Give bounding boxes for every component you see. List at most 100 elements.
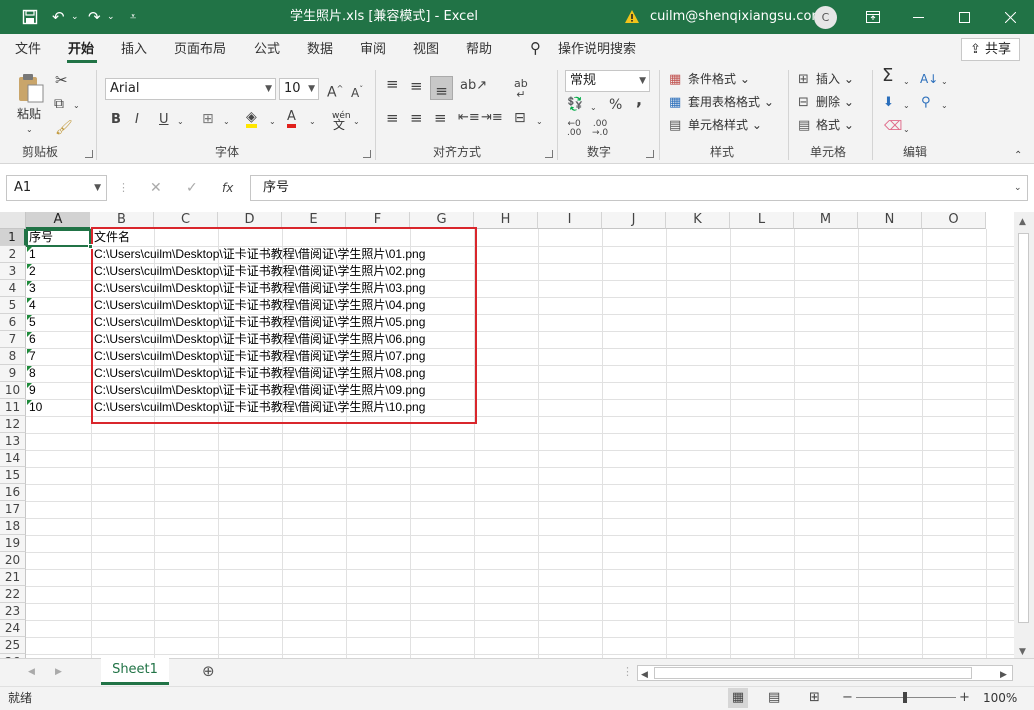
align-right-icon[interactable]: ≡	[434, 110, 447, 126]
delete-cells-icon[interactable]: ⊟	[798, 95, 809, 111]
zoom-level[interactable]: 100%	[983, 690, 1017, 706]
merge-dropdown-icon[interactable]: ⌄	[536, 114, 543, 130]
column-header-i[interactable]: I	[538, 212, 602, 229]
decrease-decimal-icon[interactable]: .00 →.0	[592, 120, 608, 138]
align-center-icon[interactable]: ≡	[410, 110, 423, 126]
warning-icon[interactable]	[624, 9, 640, 24]
cut-icon[interactable]: ✂	[55, 72, 68, 88]
error-indicator-icon[interactable]	[27, 298, 32, 303]
collapse-ribbon-icon[interactable]: ⌃	[1014, 148, 1022, 164]
minimize-button[interactable]	[895, 0, 941, 34]
tab-review[interactable]: 审阅	[360, 41, 386, 58]
paste-dropdown-icon[interactable]: ⌄	[26, 122, 33, 138]
autosum-icon[interactable]: Σ	[882, 67, 893, 85]
horizontal-scrollbar[interactable]: ◀ ▶	[637, 665, 1013, 681]
row-header[interactable]: 3	[0, 263, 26, 280]
tab-home[interactable]: 开始	[68, 41, 94, 58]
copy-icon[interactable]: ⧉	[54, 96, 64, 112]
row-header[interactable]: 11	[0, 399, 26, 416]
row-header[interactable]: 22	[0, 586, 26, 603]
autosum-dropdown-icon[interactable]: ⌄	[903, 74, 910, 90]
tab-help[interactable]: 帮助	[466, 41, 492, 58]
format-as-table-button[interactable]: 套用表格格式 ⌄	[688, 94, 774, 110]
close-button[interactable]	[987, 0, 1033, 34]
column-header-h[interactable]: H	[474, 212, 538, 229]
align-middle-icon[interactable]: ≡	[410, 78, 423, 94]
row-header[interactable]: 16	[0, 484, 26, 501]
insert-cells-icon[interactable]: ⊞	[798, 72, 809, 88]
tab-view[interactable]: 视图	[413, 41, 439, 58]
font-launcher-icon[interactable]	[363, 150, 371, 158]
font-color-dropdown-icon[interactable]: ⌄	[309, 114, 316, 130]
clear-icon[interactable]: ⌫	[884, 119, 902, 135]
tab-split-handle-icon[interactable]: ⋮	[622, 664, 633, 680]
formula-input[interactable]: 序号	[250, 175, 1028, 201]
select-all-button[interactable]	[0, 212, 26, 229]
tab-data[interactable]: 数据	[307, 41, 333, 58]
clipboard-launcher-icon[interactable]	[85, 150, 93, 158]
decrease-indent-icon[interactable]: ⇤≡	[458, 110, 480, 126]
sheet-tab-sheet1[interactable]: Sheet1	[101, 658, 169, 685]
maximize-button[interactable]	[941, 0, 987, 34]
align-bottom-icon[interactable]: ≡	[430, 76, 453, 100]
row-header[interactable]: 9	[0, 365, 26, 382]
insert-cells-button[interactable]: 插入 ⌄	[816, 71, 854, 87]
row-header[interactable]: 21	[0, 569, 26, 586]
italic-button[interactable]: I	[135, 112, 139, 128]
prev-sheet-icon[interactable]: ◀	[28, 664, 35, 680]
sort-filter-dropdown-icon[interactable]: ⌄	[941, 74, 948, 90]
row-header[interactable]: 14	[0, 450, 26, 467]
error-indicator-icon[interactable]	[27, 315, 32, 320]
redo-dropdown-icon[interactable]: ⌄	[107, 7, 115, 27]
row-header[interactable]: 10	[0, 382, 26, 399]
ribbon-display-options-button[interactable]	[850, 0, 896, 34]
wrap-text-icon[interactable]: ab ↵	[514, 78, 528, 100]
row-header[interactable]: 20	[0, 552, 26, 569]
error-indicator-icon[interactable]	[27, 247, 32, 252]
avatar[interactable]: C	[814, 6, 837, 29]
row-header[interactable]: 15	[0, 467, 26, 484]
row-header[interactable]: 5	[0, 297, 26, 314]
error-indicator-icon[interactable]	[27, 400, 32, 405]
lightbulb-icon[interactable]: ⚲	[530, 40, 541, 57]
column-header-l[interactable]: L	[730, 212, 794, 229]
format-cells-button[interactable]: 格式 ⌄	[816, 117, 854, 133]
row-header[interactable]: 1	[0, 229, 26, 246]
account-name[interactable]: cuilm@shenqixiangsu.com	[650, 8, 824, 26]
row-header[interactable]: 4	[0, 280, 26, 297]
next-sheet-icon[interactable]: ▶	[55, 664, 62, 680]
zoom-slider-thumb[interactable]	[903, 692, 907, 703]
cell-styles-icon[interactable]: ▤	[669, 118, 681, 134]
alignment-launcher-icon[interactable]	[545, 150, 553, 158]
phonetic-dropdown-icon[interactable]: ⌄	[353, 114, 360, 130]
find-select-dropdown-icon[interactable]: ⌄	[941, 98, 948, 114]
clear-dropdown-icon[interactable]: ⌄	[903, 122, 910, 138]
column-header-o[interactable]: O	[922, 212, 986, 229]
row-header[interactable]: 24	[0, 620, 26, 637]
accounting-format-icon[interactable]: 💱	[567, 97, 583, 113]
conditional-format-button[interactable]: 条件格式 ⌄	[688, 71, 750, 87]
enter-icon[interactable]: ✓	[186, 180, 198, 196]
customize-toolbar-icon[interactable]: ⩡	[130, 7, 136, 27]
accounting-dropdown-icon[interactable]: ⌄	[590, 100, 597, 116]
merge-center-icon[interactable]: ⊟	[514, 110, 526, 126]
expand-formula-bar-icon[interactable]: ⌄	[1014, 180, 1022, 196]
zoom-out-icon[interactable]: −	[842, 690, 853, 706]
vertical-scroll-thumb[interactable]	[1018, 233, 1029, 623]
column-header-j[interactable]: J	[602, 212, 666, 229]
sort-filter-icon[interactable]: A↓	[920, 71, 938, 87]
scroll-right-icon[interactable]: ▶	[1000, 667, 1007, 683]
row-header[interactable]: 18	[0, 518, 26, 535]
error-indicator-icon[interactable]	[27, 281, 32, 286]
error-indicator-icon[interactable]	[27, 332, 32, 337]
bold-button[interactable]: B	[111, 112, 121, 128]
tell-me-search[interactable]: 操作说明搜索	[558, 41, 636, 58]
row-header[interactable]: 6	[0, 314, 26, 331]
cancel-icon[interactable]: ✕	[150, 180, 162, 196]
error-indicator-icon[interactable]	[27, 264, 32, 269]
format-cells-icon[interactable]: ▤	[798, 118, 810, 134]
fill-dropdown-icon[interactable]: ⌄	[903, 98, 910, 114]
error-indicator-icon[interactable]	[27, 383, 32, 388]
share-button[interactable]: ⇪ 共享	[961, 38, 1020, 61]
increase-decimal-icon[interactable]: ←0.00	[567, 120, 581, 138]
